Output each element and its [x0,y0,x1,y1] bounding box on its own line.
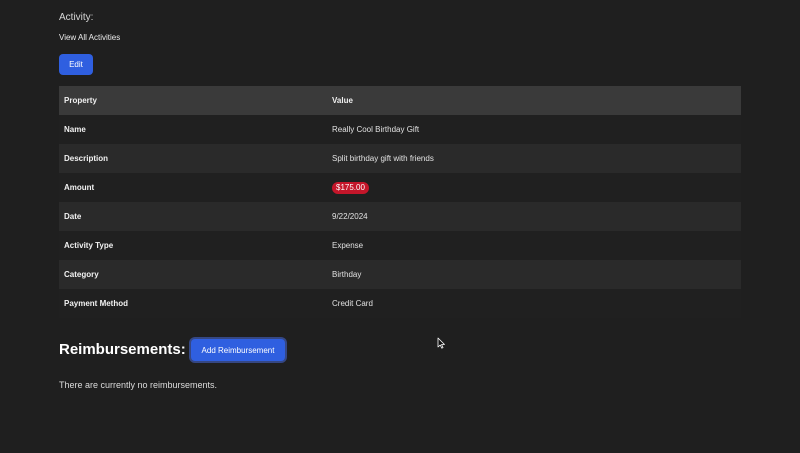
reimbursements-title: Reimbursements: [59,341,186,358]
no-reimbursements-message: There are currently no reimbursements. [59,380,218,390]
property-value: Expense [332,241,364,250]
property-name: Activity Type [64,241,114,250]
edit-button[interactable]: Edit [59,54,93,75]
view-all-activities-link[interactable]: View All Activities [59,33,120,42]
property-value: Split birthday gift with friends [332,154,434,163]
add-reimbursement-button[interactable]: Add Reimbursement [191,339,285,361]
property-name: Category [64,270,99,279]
table-row: Category Birthday [59,260,741,289]
property-value: Credit Card [332,299,373,308]
property-name: Amount [64,183,95,192]
table-row: Name Really Cool Birthday Gift [59,115,741,144]
property-value-cell: $175.00 [327,173,741,202]
property-value: 9/22/2024 [332,212,368,221]
property-name: Date [64,212,82,221]
table-row: Activity Type Expense [59,231,741,260]
activity-detail-page: Activity: View All Activities Edit Prope… [0,0,800,453]
property-name: Description [64,154,109,163]
table-header-row: Property Value [59,86,741,115]
table-row: Amount $175.00 [59,173,741,202]
table-row: Payment Method Credit Card [59,289,741,318]
mouse-pointer-icon [437,337,445,349]
table-row: Date 9/22/2024 [59,202,741,231]
activity-heading: Activity: [59,12,94,23]
value-column-header: Value [332,96,353,105]
property-value: Really Cool Birthday Gift [332,125,420,134]
property-name: Payment Method [64,299,129,308]
property-name: Name [64,125,86,134]
property-value: Birthday [332,270,362,279]
property-column-header: Property [64,96,97,105]
table-row: Description Split birthday gift with fri… [59,144,741,173]
activity-properties-table: Property Value Name Really Cool Birthday… [59,86,741,318]
amount-badge: $175.00 [332,181,369,194]
